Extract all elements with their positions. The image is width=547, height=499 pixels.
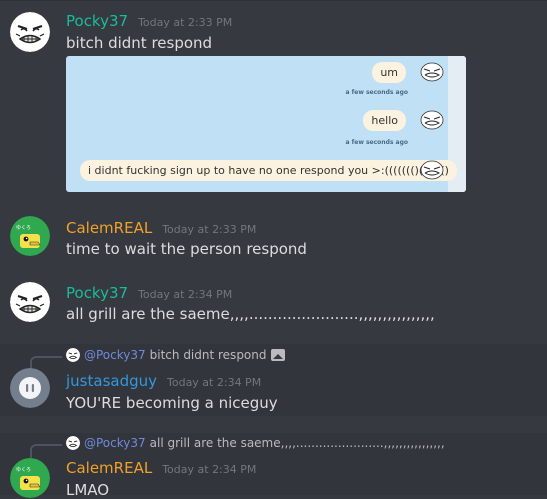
reply-text[interactable]: bitch didnt respond bbox=[150, 348, 267, 362]
message-pocky-1: Pocky37 Today at 2:33 PM bitch didnt resp… bbox=[0, 0, 547, 200]
image-attachment[interactable]: um a few seconds ago hello a few seconds… bbox=[66, 56, 466, 192]
reply-mention[interactable]: @Pocky37 bbox=[84, 348, 146, 362]
message-text: YOU'RE becoming a niceguy bbox=[66, 394, 278, 412]
avatar-calem[interactable]: ゆくろ bbox=[10, 216, 50, 256]
timestamp: Today at 2:34 PM bbox=[162, 463, 257, 476]
timestamp: Today at 2:34 PM bbox=[138, 288, 233, 301]
message-justasadguy: @Pocky37 bitch didnt respond justasadguy… bbox=[0, 344, 547, 416]
avatar-justasadguy[interactable] bbox=[10, 368, 50, 408]
author-name[interactable]: CalemREAL Today at 2:34 PM bbox=[66, 459, 256, 477]
bubble-timestamp: a few seconds ago bbox=[345, 139, 408, 146]
message-calem-2: @Pocky37 all grill are the saeme,,,,....… bbox=[0, 433, 547, 499]
troll-face-icon bbox=[420, 62, 444, 82]
author-label[interactable]: justasadguy bbox=[66, 372, 157, 390]
image-icon bbox=[270, 349, 285, 361]
troll-face-icon bbox=[420, 160, 444, 180]
avatar-calem[interactable]: ゆくろ bbox=[10, 458, 50, 498]
chat-bubble: i didnt fucking sign up to have no one r… bbox=[80, 160, 457, 181]
reply-avatar bbox=[66, 436, 80, 450]
author-name[interactable]: Pocky37 Today at 2:33 PM bbox=[66, 12, 232, 30]
bubble-timestamp: a few seconds ago bbox=[345, 89, 408, 96]
reply-avatar bbox=[66, 348, 80, 362]
reply-spine bbox=[30, 444, 62, 458]
timestamp: Today at 2:34 PM bbox=[167, 376, 262, 389]
message-text: time to wait the person respond bbox=[66, 240, 307, 258]
author-name[interactable]: CalemREAL Today at 2:33 PM bbox=[66, 219, 256, 237]
message-text: all grill are the saeme,,,,.............… bbox=[66, 305, 435, 323]
author-label[interactable]: Pocky37 bbox=[66, 284, 128, 302]
message-text: LMAO bbox=[66, 481, 110, 499]
author-label[interactable]: CalemREAL bbox=[66, 219, 152, 237]
author-name[interactable]: Pocky37 Today at 2:34 PM bbox=[66, 284, 232, 302]
avatar-pocky[interactable] bbox=[10, 12, 50, 52]
timestamp: Today at 2:33 PM bbox=[138, 16, 233, 29]
message-calem-1: ゆくろ CalemREAL Today at 2:33 PM time to wa… bbox=[0, 205, 547, 265]
svg-text:ゆくろ: ゆくろ bbox=[16, 467, 31, 473]
svg-text:ゆくろ: ゆくろ bbox=[16, 225, 31, 231]
author-label[interactable]: Pocky37 bbox=[66, 12, 128, 30]
message-pocky-2: Pocky37 Today at 2:34 PM all grill are th… bbox=[0, 272, 547, 336]
author-label[interactable]: CalemREAL bbox=[66, 459, 152, 477]
timestamp: Today at 2:33 PM bbox=[162, 223, 257, 236]
chat-messages: Pocky37 Today at 2:33 PM bitch didnt resp… bbox=[0, 0, 547, 499]
message-text: bitch didnt respond bbox=[66, 34, 213, 52]
chat-bubble: um bbox=[372, 62, 406, 83]
chat-bubble: hello bbox=[363, 110, 406, 131]
troll-face-icon bbox=[420, 110, 444, 130]
reply-mention[interactable]: @Pocky37 bbox=[84, 436, 146, 450]
reply-text[interactable]: all grill are the saeme,,,,.............… bbox=[150, 436, 445, 450]
avatar-pocky[interactable] bbox=[10, 282, 50, 322]
author-name[interactable]: justasadguy Today at 2:34 PM bbox=[66, 372, 261, 390]
